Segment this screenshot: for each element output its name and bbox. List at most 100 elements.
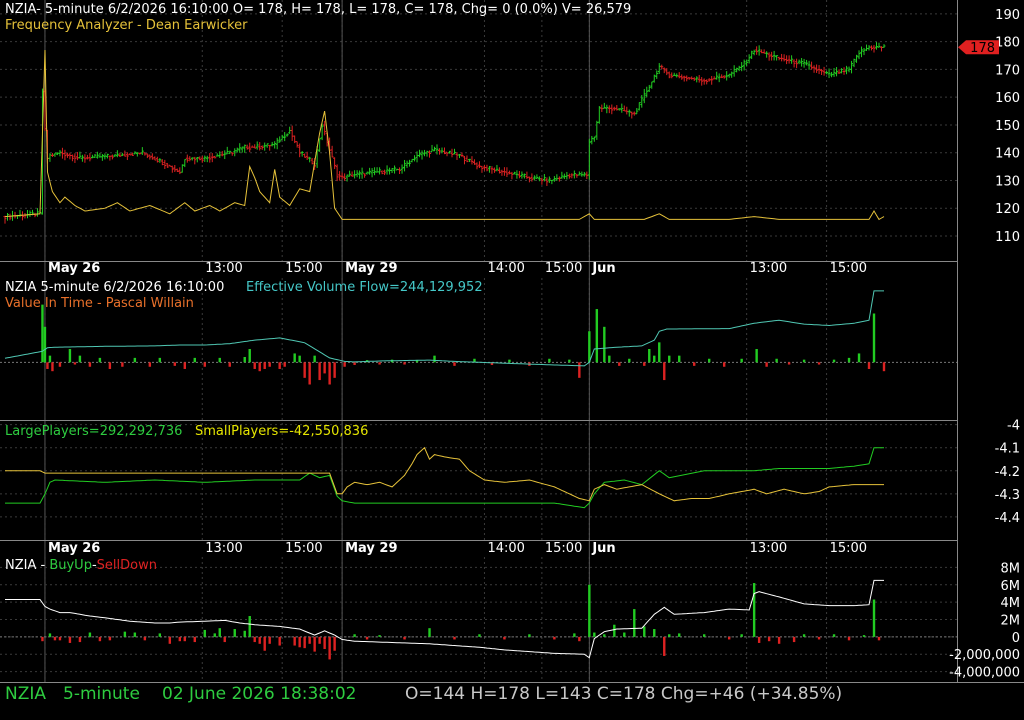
vit-histogram-bar — [802, 359, 806, 363]
vit-histogram-bar — [268, 362, 271, 367]
buyup-histogram-bar — [847, 636, 851, 641]
panel2-header-evf: Effective Volume Flow=244,129,952 — [246, 280, 483, 295]
price-tick-label: 140 — [995, 147, 1020, 162]
buyup-histogram-bar — [248, 616, 251, 637]
buyup-histogram-bar — [593, 632, 596, 637]
buyup-histogram-bar — [41, 636, 44, 642]
buyup-histogram-bar — [218, 628, 221, 637]
vit-histogram-bar — [48, 355, 52, 363]
buyup-histogram-bar — [123, 631, 127, 637]
vit-histogram-bar — [603, 326, 606, 363]
buyup-histogram-bar — [653, 629, 656, 637]
buyup-histogram-bar — [365, 636, 369, 640]
price-tick-label: 120 — [995, 202, 1020, 217]
price-tick-label: 150 — [995, 119, 1020, 134]
time-axis-label: 15:00 — [545, 541, 582, 556]
buyup-histogram-bar — [613, 624, 616, 637]
time-axis-label: May 26 — [48, 261, 100, 276]
panel4-title-buyup: BuyUp — [49, 558, 92, 573]
time-axis-label: Jun — [591, 541, 615, 556]
buyup-histogram-bar — [588, 584, 591, 637]
players-tick-label: -4.4 — [995, 511, 1020, 526]
buyup-histogram-bar — [603, 634, 606, 637]
vit-histogram-bar — [73, 362, 77, 365]
price-tick-label: 190 — [995, 8, 1020, 23]
vit-histogram-bar — [121, 362, 124, 367]
time-axis-label: Jun — [591, 261, 615, 276]
vit-histogram-bar — [263, 362, 266, 369]
chart-svg: 110120130140150160170180190May 26 13:00 15… — [0, 0, 1024, 683]
time-axis-label: 14:00 — [487, 541, 524, 556]
buyup-histogram-bar — [353, 634, 356, 637]
buyup-tick-label: 8M — [1001, 561, 1021, 576]
vit-histogram-bar — [678, 355, 681, 363]
vit-histogram-bar — [343, 362, 346, 367]
panel1-header: NZIA- 5-minute 6/2/2026 16:10:00 O= 178,… — [5, 2, 632, 17]
buyup-histogram-bar — [328, 636, 331, 660]
buyup-tick-label: 2M — [1001, 614, 1021, 629]
buyup-histogram-bar — [193, 636, 196, 643]
vit-histogram-bar — [857, 353, 861, 363]
vit-histogram-bar — [108, 362, 112, 369]
buyup-histogram-bar — [233, 629, 236, 637]
buyup-histogram-bar — [528, 634, 531, 637]
buyup-histogram-bar — [777, 636, 781, 644]
buyup-histogram-bar — [578, 636, 581, 642]
vit-histogram-bar — [648, 349, 651, 363]
vit-histogram-bar — [51, 362, 54, 372]
vit-histogram-bar — [658, 342, 661, 363]
buyup-histogram-bar — [243, 630, 246, 637]
time-axis-label: 15:00 — [285, 261, 322, 276]
vit-histogram-bar — [847, 357, 851, 363]
vit-histogram-bar — [203, 362, 206, 367]
vit-histogram-bar — [228, 362, 231, 367]
buyup-histogram-bar — [767, 636, 771, 642]
vit-histogram-bar — [755, 349, 758, 363]
vit-histogram-bar — [88, 362, 92, 367]
buyup-histogram-bar — [663, 636, 666, 656]
panel4-title-symbol: NZIA - — [5, 558, 50, 573]
vit-histogram-bar — [508, 359, 511, 363]
vit-histogram-bar — [303, 362, 306, 378]
buyup-histogram-bar — [333, 636, 336, 651]
vit-histogram-bar — [173, 362, 177, 366]
panel2-header-symbol: NZIA 5-minute 6/2/2026 16:10:00 — [5, 280, 225, 295]
vit-histogram-bar — [548, 358, 551, 363]
buyup-histogram-bar — [832, 634, 836, 637]
buyup-histogram-bar — [872, 599, 876, 637]
buyup-histogram-bar — [303, 636, 306, 649]
vit-histogram-bar — [148, 362, 152, 367]
buyup-histogram-bar — [668, 634, 671, 637]
buyup-histogram-bar — [313, 636, 316, 652]
buyup-histogram-bar — [877, 636, 881, 641]
vit-histogram-bar — [618, 362, 621, 366]
vit-histogram-bar — [308, 362, 311, 385]
buyup-histogram-bar — [428, 628, 431, 637]
vit-histogram-bar — [193, 357, 196, 363]
axis-layer: 110120130140150160170180190May 26 13:00 15… — [0, 0, 1024, 683]
vit-histogram-bar — [183, 362, 186, 369]
vit-histogram-bar — [78, 355, 82, 363]
vit-histogram-bar — [588, 331, 591, 363]
panel1-subtitle: Frequency Analyzer - Dean Earwicker — [5, 18, 248, 33]
time-axis-label: 13:00 — [750, 541, 787, 556]
buyup-histogram-bar — [740, 634, 743, 637]
players-tick-label: -4.1 — [995, 442, 1020, 457]
vit-histogram-bar — [68, 349, 72, 363]
buyup-histogram-bar — [78, 636, 82, 643]
vit-histogram-bar — [740, 358, 743, 363]
vit-histogram-bar — [258, 362, 261, 372]
buyup-histogram-bar — [817, 636, 821, 640]
vit-histogram-bar — [43, 326, 47, 363]
buyup-histogram-bar — [703, 634, 706, 637]
vit-histogram-bar — [663, 362, 666, 381]
buyup-histogram-bar — [268, 636, 271, 644]
buyup-tick-label: -4,000,000 — [949, 666, 1020, 681]
buyup-histogram-bar — [253, 636, 256, 643]
price-tick-label: 110 — [995, 230, 1020, 245]
buyup-histogram-bar — [503, 636, 506, 640]
vit-histogram-bar — [58, 362, 62, 367]
time-axis-label: 13:00 — [205, 541, 242, 556]
vit-histogram-bar — [693, 362, 696, 366]
status-interval: 5-minute — [63, 684, 140, 704]
